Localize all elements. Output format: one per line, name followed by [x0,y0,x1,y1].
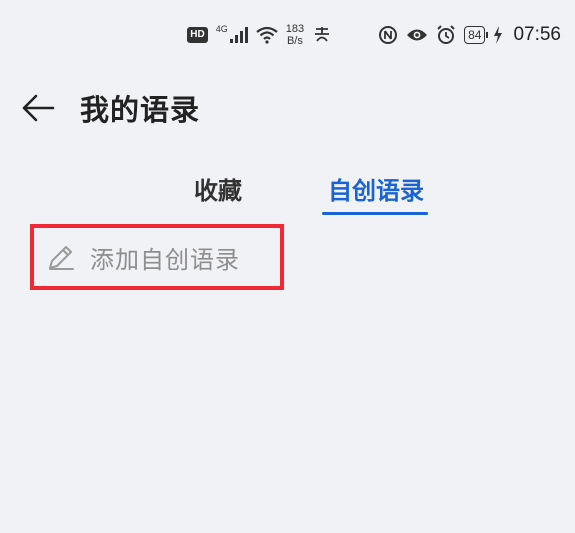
tab-favorites[interactable]: 收藏 [190,160,246,216]
clock: 07:56 [513,24,561,45]
alarm-icon [436,25,456,45]
tab-bar: 收藏 自创语录 [0,160,575,220]
add-custom-quote-label: 添加自创语录 [90,245,240,274]
battery-icon: 84 [464,26,489,44]
tab-custom-quotes-label: 自创语录 [328,176,424,205]
wifi-icon [256,26,278,44]
signal-icon [229,27,248,43]
add-custom-quote-button[interactable]: 添加自创语录 [30,224,284,290]
app-header: 我的语录 [20,82,200,134]
hd-badge: HD [187,27,208,43]
tab-favorites-label: 收藏 [194,176,242,205]
arrow-left-icon [22,94,55,122]
charging-icon [493,26,503,44]
status-bar: HD 4G 183 B/s 84 07:56 [187,18,561,52]
eye-icon [406,27,428,43]
pencil-icon [49,246,74,270]
speed-unit: B/s [286,35,303,47]
page-title: 我的语录 [80,93,201,127]
tab-custom-quotes[interactable]: 自创语录 [322,160,430,216]
pay-icon [312,26,332,44]
network-speed: 183 B/s [286,23,304,47]
speed-value: 183 [285,23,305,35]
nfc-icon [378,25,398,45]
back-button[interactable] [20,90,56,126]
network-type: 4G [215,24,228,34]
active-tab-indicator [322,212,428,215]
